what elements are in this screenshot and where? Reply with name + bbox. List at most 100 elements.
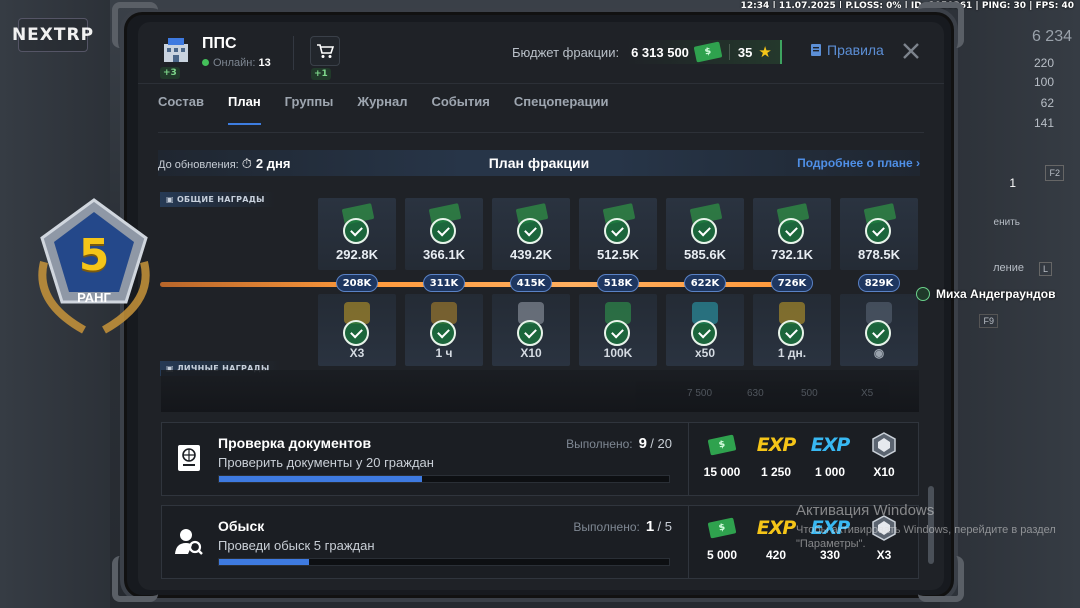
windows-activation-watermark: Активация Windows Чтобы активировать Win…: [796, 502, 1056, 551]
check-icon: [343, 218, 369, 244]
online-count: 13: [258, 57, 271, 69]
check-icon: [691, 218, 717, 244]
hud-stat-shield: 141: [1033, 116, 1054, 130]
check-icon: [691, 320, 717, 346]
online-dot-icon: [202, 59, 209, 66]
shop-badge: +1: [311, 68, 331, 80]
tab-special-ops[interactable]: Спецоперации: [514, 94, 609, 125]
budget-label: Бюджет фракции:: [512, 44, 620, 60]
personal-reward-amount: 100K: [603, 346, 633, 360]
threshold-badge: 208K: [336, 274, 378, 292]
check-icon: [604, 218, 630, 244]
rank-label: РАНГ: [77, 290, 111, 305]
stars-value: 35: [737, 44, 753, 60]
plan-details-link[interactable]: Подробнее о плане ›: [797, 156, 920, 170]
shared-reward-cell[interactable]: 439.2K: [492, 198, 570, 270]
check-icon: [343, 320, 369, 346]
tab-bar: Состав План Группы Журнал События Спецоп…: [158, 94, 633, 125]
shared-reward-amount: 292.8K: [336, 247, 378, 262]
rank-emblem: 5 РАНГ: [24, 192, 164, 334]
shared-reward-cell[interactable]: 512.5K: [579, 198, 657, 270]
member-indicator: Миха Андеграундов: [916, 287, 1056, 301]
tab-members[interactable]: Состав: [158, 94, 204, 125]
tab-journal[interactable]: Журнал: [357, 94, 407, 125]
threshold-badge: 311K: [423, 274, 465, 292]
watermark-subtitle: Чтобы активировать Windows, перейдите в …: [796, 524, 1056, 550]
plan-details-label: Подробнее о плане: [797, 156, 913, 170]
personal-reward-cell[interactable]: ◉: [840, 294, 918, 366]
rules-label: Правила: [827, 42, 884, 58]
personal-reward-amount: 1 ч: [435, 346, 453, 360]
hud-key-f9: F9: [979, 314, 998, 328]
shared-reward-amount: 512.5K: [597, 247, 639, 262]
personal-reward-cell[interactable]: X10: [492, 294, 570, 366]
shared-reward-amount: 732.1K: [771, 247, 813, 262]
cash-icon: $: [693, 41, 723, 63]
check-icon: [604, 320, 630, 346]
cart-icon: [317, 44, 334, 58]
hud-stat-armor: 100: [1033, 75, 1054, 89]
hq-badge: +3: [160, 67, 180, 79]
shared-reward-cell[interactable]: 585.6K: [666, 198, 744, 270]
server-logo: NEXTRP: [12, 18, 93, 52]
tab-events[interactable]: События: [431, 94, 489, 125]
close-icon[interactable]: [900, 40, 922, 62]
personal-reward-amount: 1 дн.: [777, 346, 807, 360]
hud-stat-hunger: 62: [1040, 96, 1054, 110]
threshold-badge: 518K: [597, 274, 639, 292]
shared-reward-amount: 439.2K: [510, 247, 552, 262]
check-icon: [430, 320, 456, 346]
shop-button[interactable]: +1: [310, 36, 340, 80]
threshold-badge: 415K: [510, 274, 552, 292]
check-icon: [430, 218, 456, 244]
faction-name: ППС: [202, 35, 237, 52]
threshold-badge: 829K: [858, 274, 900, 292]
threshold-badge: 726K: [771, 274, 813, 292]
hud-stat-health: 220: [1033, 56, 1054, 70]
shared-reward-amount: 366.1K: [423, 247, 465, 262]
rank-number: 5: [78, 230, 110, 281]
shared-reward-amount: 878.5K: [858, 247, 900, 262]
hud-money: 6 234: [1031, 28, 1072, 45]
personal-reward-cell[interactable]: 1 дн.: [753, 294, 831, 366]
tab-divider: [158, 132, 924, 133]
gift-icon: ▣: [166, 195, 177, 204]
star-icon: ★: [758, 44, 772, 61]
personal-reward-cell[interactable]: 1 ч: [405, 294, 483, 366]
threshold-badge: 622K: [684, 274, 726, 292]
check-icon: [517, 218, 543, 244]
shared-reward-cell[interactable]: 732.1K: [753, 198, 831, 270]
rules-button[interactable]: Правила: [810, 42, 884, 58]
check-icon: [865, 218, 891, 244]
police-station-icon[interactable]: +3: [158, 34, 194, 79]
shared-reward-cell[interactable]: 292.8K: [318, 198, 396, 270]
personal-rewards-text: ЛИЧНЫЕ НАГРАДЫ: [176, 364, 270, 373]
hud-key-f2: F2: [1045, 165, 1064, 181]
personal-reward-amount: X10: [520, 346, 542, 360]
panel-header: +3 ППС Онлайн: 13 +1 Бюджет фракции: 6 3…: [138, 22, 944, 84]
personal-reward-amount: X3: [349, 346, 365, 360]
personal-reward-cell[interactable]: x50: [666, 294, 744, 366]
hud-key-l: L: [1038, 262, 1052, 276]
online-label: Онлайн:: [213, 57, 256, 69]
plan-header: До обновления: ⏱ 2 дня План фракции Подро…: [158, 150, 920, 176]
shared-reward-cell[interactable]: 878.5K: [840, 198, 918, 270]
personal-reward-cell[interactable]: 100K: [579, 294, 657, 366]
gift-icon: ▣: [166, 364, 177, 373]
budget-value: 6 313 500: [631, 44, 689, 60]
document-icon: [811, 44, 821, 56]
faction-budget: Бюджет фракции: 6 313 500 $ 35 ★: [500, 40, 782, 64]
personal-reward-amount: x50: [694, 346, 716, 360]
budget-box: 6 313 500 $ 35 ★: [625, 40, 782, 64]
tab-groups[interactable]: Группы: [285, 94, 334, 125]
check-icon: [865, 320, 891, 346]
eye-icon: ◉: [873, 346, 885, 360]
member-name: Миха Андеграундов: [936, 287, 1056, 301]
shared-reward-cell[interactable]: 366.1K: [405, 198, 483, 270]
tab-plan[interactable]: План: [227, 94, 261, 125]
hud-action-text: енить: [993, 217, 1020, 228]
hud-manage-text: ление: [993, 262, 1024, 274]
chevron-right-icon: ›: [916, 156, 920, 170]
speaker-icon: [916, 287, 930, 301]
personal-reward-cell[interactable]: X3: [318, 294, 396, 366]
